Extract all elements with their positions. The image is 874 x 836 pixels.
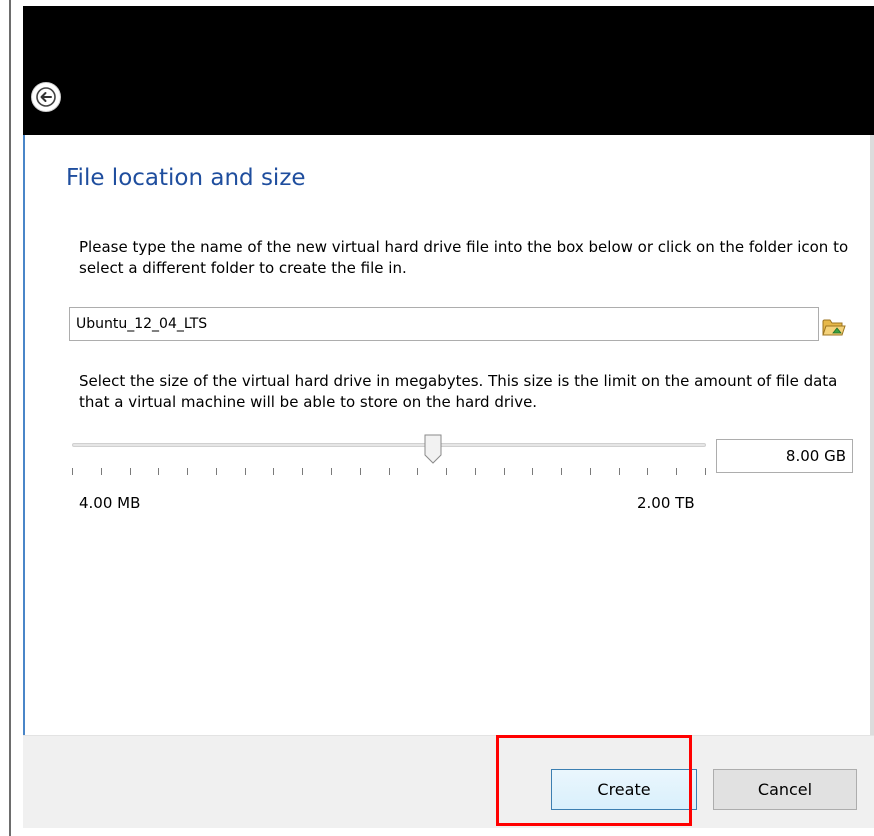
slider-ticks <box>72 468 706 478</box>
slider-tick <box>532 468 533 475</box>
slider-tick <box>647 468 648 475</box>
slider-tick <box>676 468 677 475</box>
dialog-header <box>23 6 874 135</box>
slider-tick <box>130 468 131 475</box>
page-title: File location and size <box>66 165 306 191</box>
create-virtual-hard-disk-dialog: File location and size Please type the n… <box>23 6 874 828</box>
slider-tick <box>446 468 447 475</box>
slider-tick <box>302 468 303 475</box>
back-button[interactable] <box>31 82 61 112</box>
slider-tick <box>417 468 418 475</box>
slider-tick <box>619 468 620 475</box>
folder-icon <box>822 319 846 336</box>
slider-tick <box>187 468 188 475</box>
slider-tick <box>475 468 476 475</box>
file-location-instructions: Please type the name of the new virtual … <box>79 238 849 277</box>
slider-tick <box>331 468 332 475</box>
disk-size-slider[interactable] <box>69 434 709 484</box>
create-button[interactable]: Create <box>551 769 697 810</box>
slider-tick <box>561 468 562 475</box>
slider-track[interactable] <box>72 443 706 447</box>
background-window-edge <box>0 0 11 836</box>
size-value-field[interactable] <box>716 439 853 473</box>
cancel-button[interactable]: Cancel <box>713 769 857 810</box>
slider-tick <box>389 468 390 475</box>
size-max-label: 2.00 TB <box>637 494 695 512</box>
file-name-input[interactable] <box>69 307 819 341</box>
slider-tick <box>273 468 274 475</box>
slider-tick <box>245 468 246 475</box>
back-arrow-icon <box>36 87 56 107</box>
slider-tick <box>360 468 361 475</box>
slider-tick <box>101 468 102 475</box>
slider-tick <box>504 468 505 475</box>
slider-tick <box>705 468 706 475</box>
slider-tick <box>590 468 591 475</box>
choose-folder-button[interactable] <box>821 315 847 339</box>
slider-thumb[interactable] <box>424 434 442 464</box>
slider-tick <box>72 468 73 475</box>
size-instructions: Select the size of the virtual hard driv… <box>79 372 838 411</box>
slider-tick <box>216 468 217 475</box>
slider-tick <box>158 468 159 475</box>
size-min-label: 4.00 MB <box>79 494 141 512</box>
